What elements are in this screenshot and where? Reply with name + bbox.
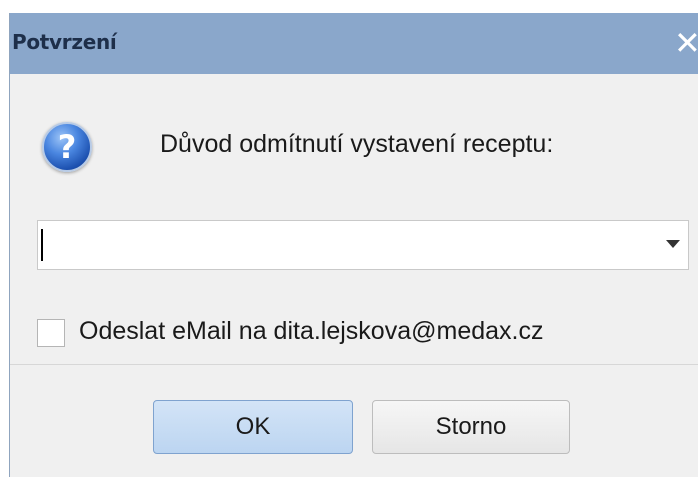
text-caret [41,229,43,261]
button-separator [10,364,698,365]
prompt-label: Důvod odmítnutí vystavení receptu: [160,130,554,158]
send-email-checkbox[interactable] [37,319,65,347]
chevron-down-icon[interactable] [666,240,680,248]
question-mark-glyph: ? [57,128,77,166]
question-icon: ? [42,122,92,172]
dialog-title: Potvrzení [12,30,117,54]
confirmation-dialog: Potvrzení ✕ ? Důvod odmítnutí vystavení … [9,13,698,477]
cancel-button[interactable]: Storno [372,400,570,454]
send-email-label[interactable]: Odeslat eMail na dita.lejskova@medax.cz [79,317,543,346]
reason-combobox[interactable] [37,220,689,270]
title-bar[interactable]: Potvrzení ✕ [10,13,698,74]
close-icon[interactable]: ✕ [674,21,698,65]
ok-button[interactable]: OK [153,400,353,454]
